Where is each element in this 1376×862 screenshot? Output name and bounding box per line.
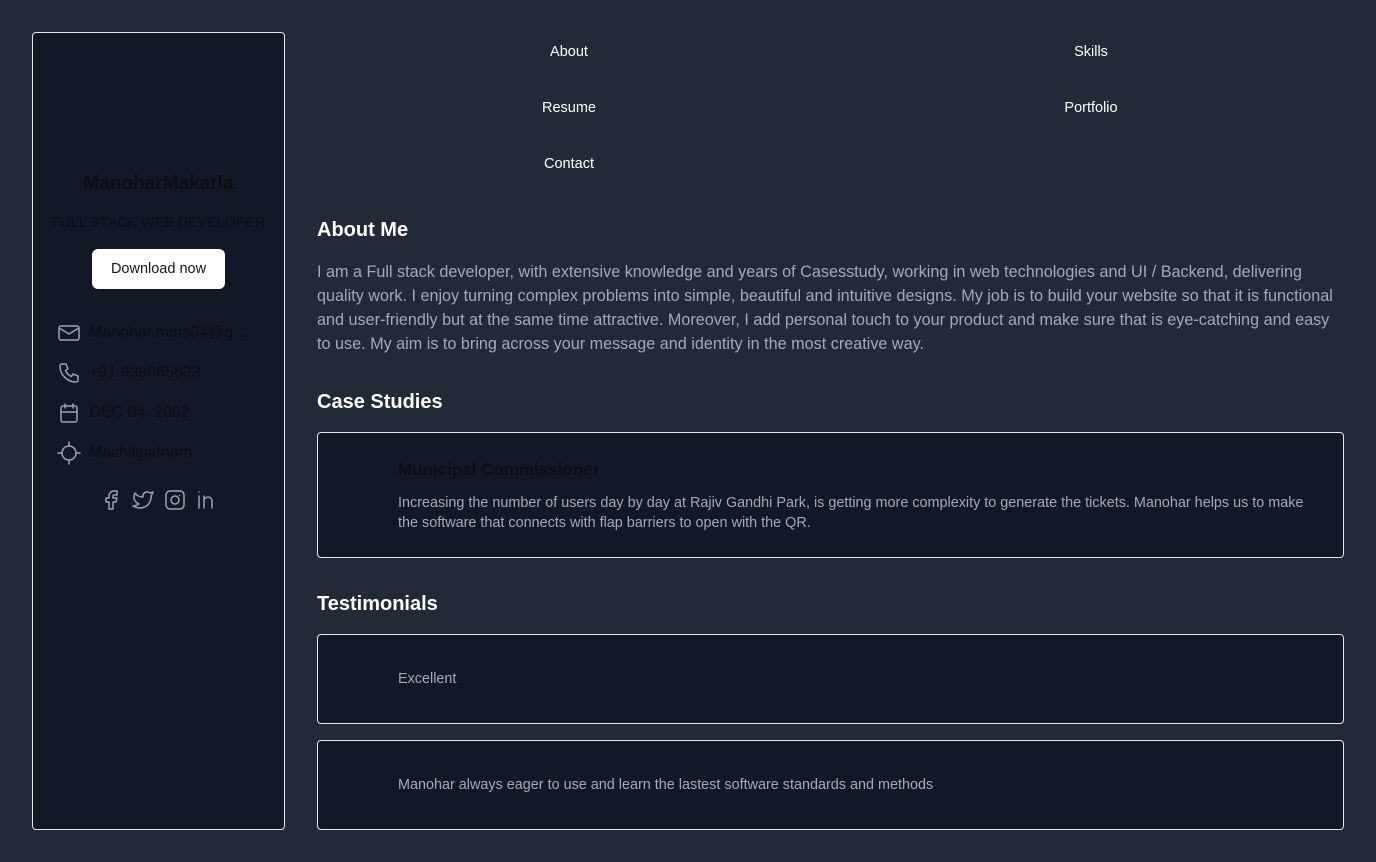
profile-sidebar: ManoharMakarla FULL STACK WEB DEVELOPER …: [32, 32, 285, 830]
download-button[interactable]: Download now: [92, 249, 225, 289]
facebook-icon[interactable]: [99, 488, 123, 512]
testimonial-text: Manohar always eager to use and learn th…: [398, 777, 934, 793]
case-studies-title: Case Studies: [317, 391, 443, 413]
instagram-icon[interactable]: [163, 488, 187, 512]
contact-birthday-text: DEC 04, 2002: [89, 404, 190, 421]
case-study-description: Increasing the number of users day by da…: [398, 495, 1304, 531]
nav-about[interactable]: About: [550, 44, 588, 60]
contact-email-text: Manohar.mms04@gmail.com: [89, 324, 259, 341]
case-study-title: Municipal Commissioner: [398, 460, 600, 479]
case-study-card: Municipal Commissioner Increasing the nu…: [317, 432, 1344, 558]
nav-skills[interactable]: Skills: [1074, 44, 1108, 60]
testimonial-card: Excellent: [317, 634, 1344, 724]
nav-contact[interactable]: Contact: [544, 156, 594, 172]
contact-location: Machilipatnam: [57, 439, 267, 467]
contact-location-text: Machilipatnam: [89, 444, 193, 461]
profile-role: FULL STACK WEB DEVELOPER: [51, 214, 266, 230]
twitter-icon[interactable]: [131, 488, 155, 512]
calendar-icon: [57, 401, 81, 425]
testimonial-text: Excellent: [398, 671, 457, 687]
profile-name: ManoharMakarla: [83, 173, 234, 194]
social-links: [33, 488, 284, 512]
nav-resume[interactable]: Resume: [542, 100, 596, 116]
location-crosshair-icon: [57, 441, 81, 465]
contact-phone-text: +91 939065833: [89, 364, 201, 381]
contact-birthday: DEC 04, 2002: [57, 399, 267, 427]
testimonials-title: Testimonials: [317, 593, 438, 615]
about-text: I am a Full stack developer, with extens…: [317, 263, 1333, 353]
contact-email[interactable]: Manohar.mms04@gmail.com: [57, 319, 267, 347]
phone-icon: [57, 361, 81, 385]
nav-portfolio[interactable]: Portfolio: [1064, 100, 1117, 116]
linkedin-icon[interactable]: [195, 488, 219, 512]
mail-icon: [57, 321, 81, 345]
about-title: About Me: [317, 219, 409, 241]
testimonial-card: Manohar always eager to use and learn th…: [317, 740, 1344, 830]
contact-phone[interactable]: +91 939065833: [57, 359, 267, 387]
